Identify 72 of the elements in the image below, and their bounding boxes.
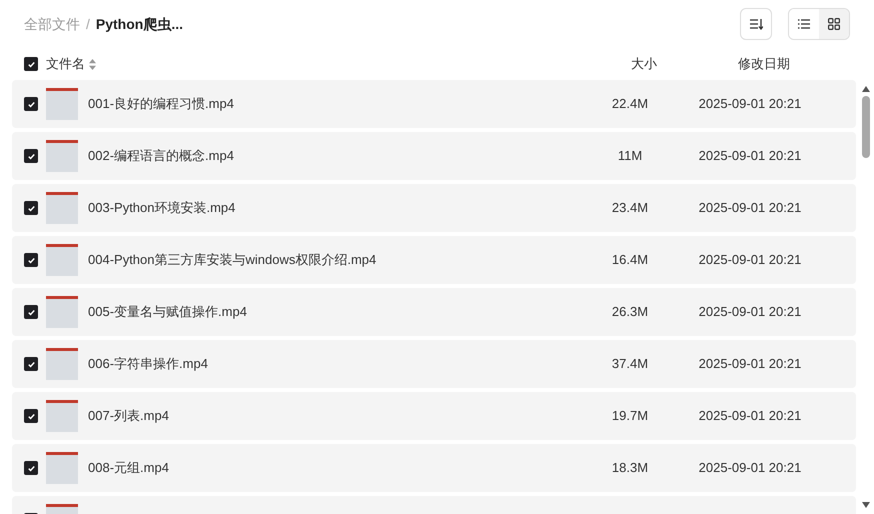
- video-thumbnail: [46, 140, 78, 172]
- modified-date: 2025-09-01 20:21: [698, 147, 802, 166]
- file-size: 16.4M: [610, 251, 650, 270]
- file-size: 26.3M: [610, 303, 650, 322]
- modified-date: 2025-09-01 20:21: [698, 199, 802, 218]
- list-icon: [798, 19, 810, 29]
- checkmark-icon: [26, 464, 36, 472]
- scroll-down-icon[interactable]: [862, 502, 870, 508]
- name-column-header[interactable]: 文件名: [46, 54, 85, 74]
- grid-view-button[interactable]: [819, 9, 849, 39]
- file-size: 23.4M: [610, 199, 650, 218]
- checkmark-icon: [26, 60, 36, 68]
- scrollbar-thumb[interactable]: [862, 96, 870, 158]
- breadcrumb-item[interactable]: Python爬虫...: [96, 14, 184, 34]
- file-size: 19.7M: [610, 407, 650, 426]
- checkbox[interactable]: [24, 357, 38, 371]
- checkbox[interactable]: [24, 305, 38, 319]
- video-thumbnail: [46, 348, 78, 380]
- checkmark-icon: [26, 100, 36, 108]
- file-row[interactable]: 001-良好的编程习惯.mp4 22.4M 2025-09-01 20:21: [12, 80, 856, 128]
- date-column-header: 修改日期: [737, 55, 791, 74]
- file-row[interactable]: 006-字符串操作.mp4 37.4M 2025-09-01 20:21: [12, 340, 856, 388]
- checkbox[interactable]: [24, 461, 38, 475]
- checkmark-icon: [26, 360, 36, 368]
- file-row[interactable]: 004-Python第三方库安装与windows权限介绍.mp4 16.4M 2025-09-01 20:21: [12, 236, 856, 284]
- file-name[interactable]: 003-Python环境安装.mp4: [88, 198, 236, 218]
- sort-button[interactable]: [740, 8, 772, 40]
- file-row[interactable]: 005-变量名与赋值操作.mp4 26.3M 2025-09-01 20:21: [12, 288, 856, 336]
- modified-date: 2025-09-01 20:21: [698, 303, 802, 322]
- checkmark-icon: [26, 412, 36, 420]
- video-thumbnail: [46, 192, 78, 224]
- checkmark-icon: [26, 204, 36, 212]
- checkmark-icon: [26, 256, 36, 264]
- file-row[interactable]: 003-Python环境安装.mp4 23.4M 2025-09-01 20:21: [12, 184, 856, 232]
- file-size: 11M: [616, 147, 644, 166]
- file-name[interactable]: 006-字符串操作.mp4: [88, 354, 208, 374]
- grid-icon: [828, 18, 840, 30]
- modified-date: 2025-09-01 20:21: [698, 407, 802, 426]
- video-thumbnail: [46, 88, 78, 120]
- checkbox[interactable]: [24, 253, 38, 267]
- checkmark-icon: [26, 308, 36, 316]
- checkbox[interactable]: [24, 149, 38, 163]
- sort-icon: [749, 18, 763, 30]
- file-row[interactable]: 007-列表.mp4 19.7M 2025-09-01 20:21: [12, 392, 856, 440]
- scroll-up-icon[interactable]: [862, 86, 870, 92]
- checkbox[interactable]: [24, 57, 38, 71]
- breadcrumb-separator: /: [86, 14, 90, 34]
- modified-date: 2025-09-01 20:21: [698, 459, 802, 478]
- checkbox[interactable]: [24, 201, 38, 215]
- file-name[interactable]: 008-元组.mp4: [88, 458, 169, 478]
- file-name[interactable]: 007-列表.mp4: [88, 406, 169, 426]
- file-size: 37.4M: [610, 355, 650, 374]
- modified-date: 2025-09-01 20:21: [698, 95, 802, 114]
- modified-date: 2025-09-01 20:21: [698, 355, 802, 374]
- file-row[interactable]: 008-元组.mp4 18.3M 2025-09-01 20:21: [12, 444, 856, 492]
- file-size: 18.3M: [610, 459, 650, 478]
- video-thumbnail: [46, 400, 78, 432]
- size-column-header: 大小: [630, 55, 658, 74]
- sort-arrows-icon[interactable]: [89, 58, 96, 70]
- file-name[interactable]: 001-良好的编程习惯.mp4: [88, 94, 234, 114]
- checkmark-icon: [26, 152, 36, 160]
- video-thumbnail: [46, 296, 78, 328]
- file-name[interactable]: 005-变量名与赋值操作.mp4: [88, 302, 247, 322]
- video-thumbnail: [46, 452, 78, 484]
- checkbox[interactable]: [24, 409, 38, 423]
- file-size: 22.4M: [610, 95, 650, 114]
- modified-date: 2025-09-01 20:21: [698, 251, 802, 270]
- file-name[interactable]: 002-编程语言的概念.mp4: [88, 146, 234, 166]
- file-row[interactable]: 002-编程语言的概念.mp4 11M 2025-09-01 20:21: [12, 132, 856, 180]
- checkbox[interactable]: [24, 97, 38, 111]
- video-thumbnail: [46, 244, 78, 276]
- file-name[interactable]: 004-Python第三方库安装与windows权限介绍.mp4: [88, 250, 376, 270]
